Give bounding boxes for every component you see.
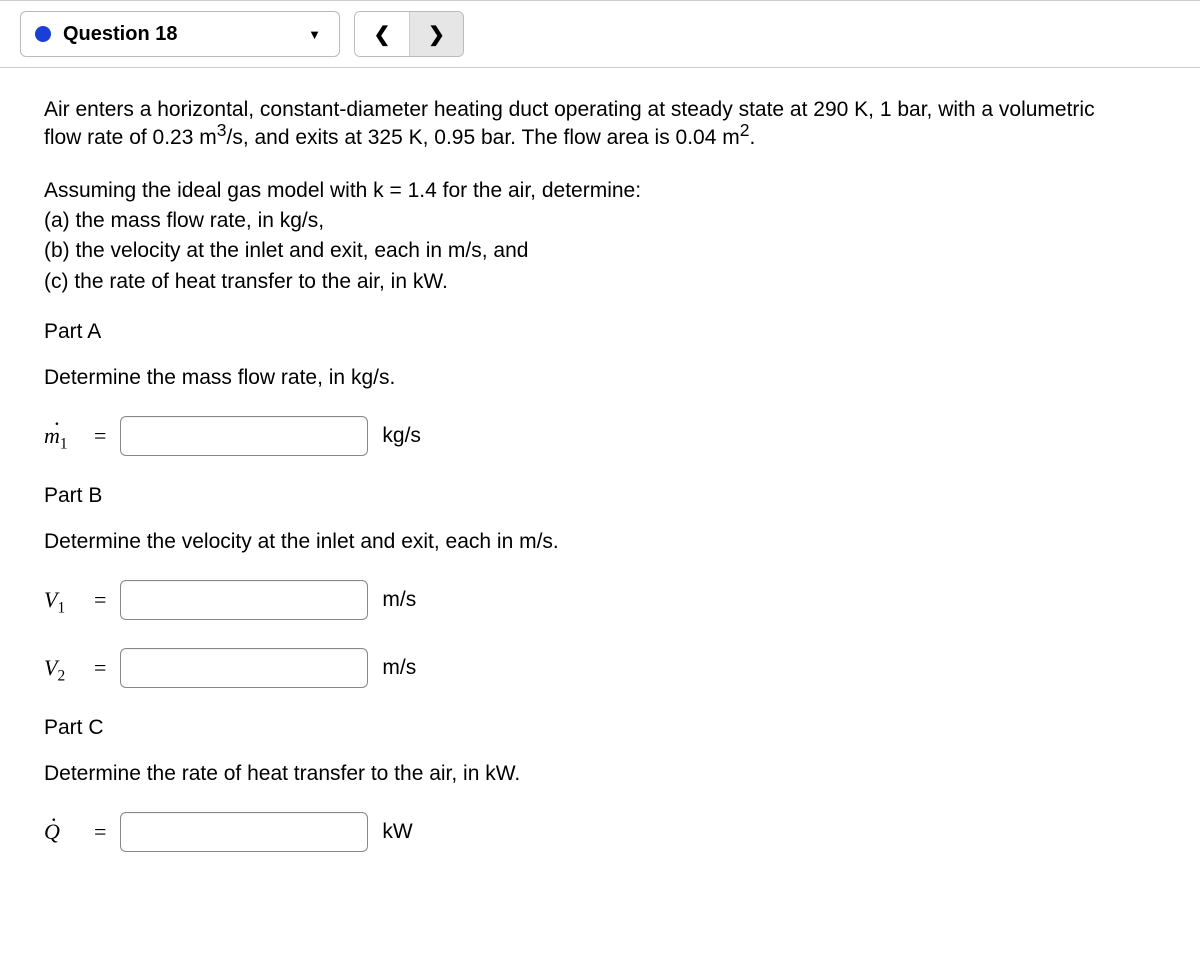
- symbol-v2: V2: [44, 655, 84, 681]
- problem-statement: Air enters a horizontal, constant-diamet…: [44, 96, 1116, 153]
- equals-sign: =: [94, 587, 106, 613]
- question-content: Air enters a horizontal, constant-diamet…: [0, 68, 1160, 908]
- question-label: Question 18: [63, 23, 308, 46]
- next-button[interactable]: ❯: [409, 12, 463, 56]
- chevron-right-icon: ❯: [428, 22, 445, 47]
- question-nav-bar: Question 18 ▼ ❮ ❯: [0, 0, 1200, 68]
- prev-next-group: ❮ ❯: [354, 11, 464, 57]
- assumption-line: Assuming the ideal gas model with k = 1.…: [44, 177, 1116, 205]
- status-dot-icon: [35, 26, 51, 42]
- prev-button[interactable]: ❮: [355, 12, 409, 56]
- part-c-prompt: Determine the rate of heat transfer to t…: [44, 762, 1116, 786]
- unit-m1: kg/s: [382, 424, 421, 448]
- chevron-down-icon: ▼: [308, 27, 321, 42]
- symbol-qdot: Q: [44, 819, 84, 845]
- equals-sign: =: [94, 423, 106, 449]
- subpart-a: (a) the mass flow rate, in kg/s,: [44, 207, 1116, 235]
- input-v2[interactable]: [120, 648, 368, 688]
- symbol-v1: V1: [44, 587, 84, 613]
- part-a-title: Part A: [44, 320, 1116, 344]
- unit-v2: m/s: [382, 656, 416, 680]
- chevron-left-icon: ❮: [374, 22, 391, 47]
- input-q[interactable]: [120, 812, 368, 852]
- unit-q: kW: [382, 820, 412, 844]
- answer-row-v1: V1 = m/s: [44, 580, 1116, 620]
- answer-row-q: Q = kW: [44, 812, 1116, 852]
- answer-row-m1: m1 = kg/s: [44, 416, 1116, 456]
- equals-sign: =: [94, 655, 106, 681]
- part-b-prompt: Determine the velocity at the inlet and …: [44, 530, 1116, 554]
- symbol-mdot1: m1: [44, 423, 84, 449]
- question-selector[interactable]: Question 18 ▼: [20, 11, 340, 57]
- part-c-title: Part C: [44, 716, 1116, 740]
- input-v1[interactable]: [120, 580, 368, 620]
- answer-row-v2: V2 = m/s: [44, 648, 1116, 688]
- part-a-prompt: Determine the mass flow rate, in kg/s.: [44, 366, 1116, 390]
- equals-sign: =: [94, 819, 106, 845]
- subpart-c: (c) the rate of heat transfer to the air…: [44, 268, 1116, 296]
- subpart-b: (b) the velocity at the inlet and exit, …: [44, 237, 1116, 265]
- part-b-title: Part B: [44, 484, 1116, 508]
- unit-v1: m/s: [382, 588, 416, 612]
- input-m1[interactable]: [120, 416, 368, 456]
